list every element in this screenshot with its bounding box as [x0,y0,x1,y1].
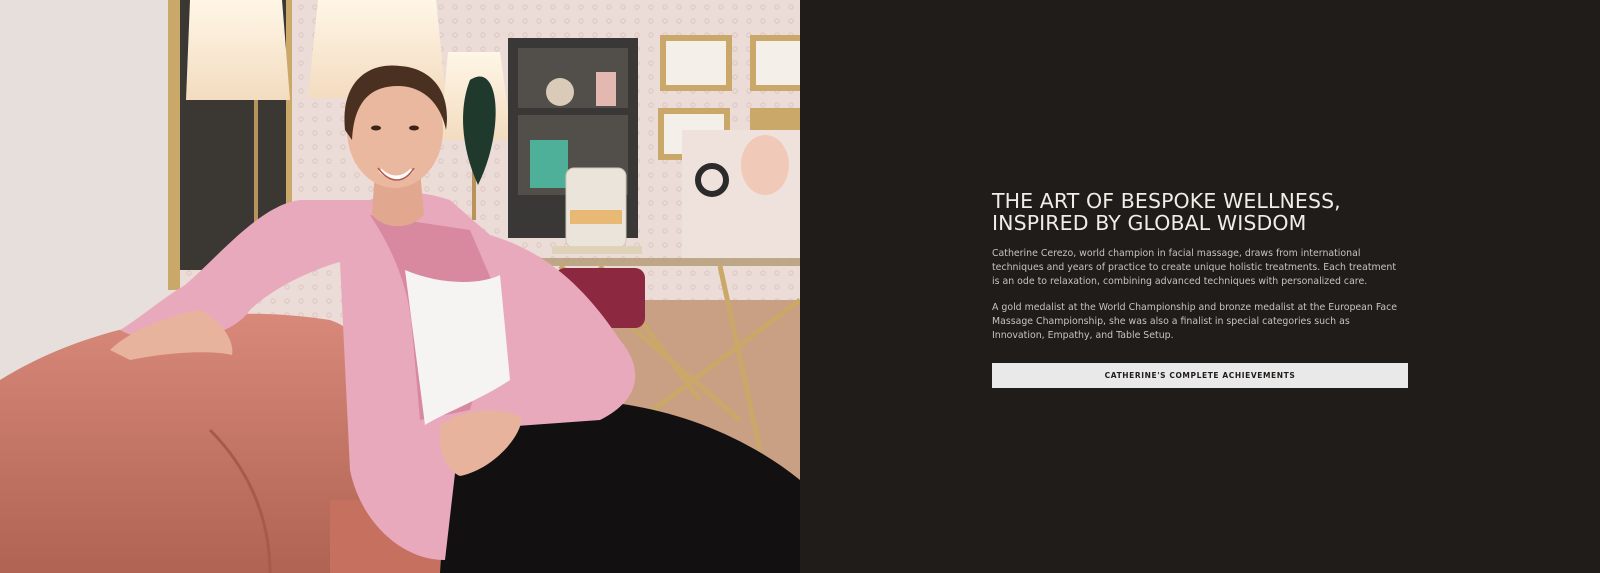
hero-photo [0,0,800,573]
intro-paragraph-1: Catherine Cerezo, world champion in faci… [992,248,1397,287]
section-heading: THE ART OF BESPOKE WELLNESS, INSPIRED BY… [992,189,1341,235]
intro-paragraph-2: A gold medalist at the World Championshi… [992,302,1398,341]
intro-section: THE ART OF BESPOKE WELLNESS, INSPIRED BY… [800,0,1600,573]
achievements-button[interactable]: CATHERINE'S COMPLETE ACHIEVEMENTS [992,363,1408,388]
portrait-illustration [0,0,800,573]
intro-content: THE ART OF BESPOKE WELLNESS, INSPIRED BY… [992,189,1408,388]
